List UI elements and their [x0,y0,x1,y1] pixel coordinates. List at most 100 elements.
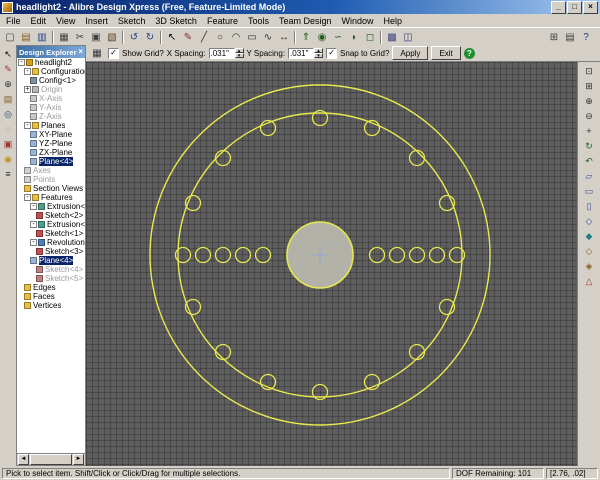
apply-button[interactable]: Apply [392,46,429,60]
menu-item-feature[interactable]: Feature [202,15,243,27]
sketch-hole-circle[interactable] [428,246,446,264]
note-icon[interactable]: ▤ [1,92,15,106]
spinner-down-icon[interactable]: ▾ [314,53,324,59]
menu-item-tools[interactable]: Tools [243,15,274,27]
hide-icon[interactable]: ◌ [1,122,15,136]
tree-item-sketch-1[interactable]: Sketch<1> [17,229,85,238]
sketch-hole-circle[interactable] [408,246,426,264]
sketch-hole-circle[interactable] [234,246,252,264]
zoom-fit-icon[interactable]: ⊡ [582,64,596,78]
repository-icon[interactable]: ▤ [562,30,578,45]
view-icon[interactable]: ◎ [1,107,15,121]
tree-item-headlight2[interactable]: - headlight2 [17,58,85,67]
wireframe-view-icon[interactable]: ◇ [582,244,596,258]
tree-item-zx-plane[interactable]: ZX-Plane [17,148,85,157]
menu-item-edit[interactable]: Edit [26,15,52,27]
sketch-hole-circle[interactable] [214,246,232,264]
help-icon[interactable]: ? [578,30,594,45]
tree-item-z-axis[interactable]: Z-Axis [17,112,85,121]
help-button[interactable]: ? [463,47,475,59]
sketch-hole-circle[interactable] [388,246,406,264]
tree-item-x-axis[interactable]: X-Axis [17,94,85,103]
workspace-icon[interactable]: ⊞ [546,30,562,45]
side-view-icon[interactable]: ▭ [582,184,596,198]
tree-item-plane-4[interactable]: Plane<4> [17,157,85,166]
sweep-icon[interactable]: ∽ [330,30,346,45]
sketch-hole-circle[interactable] [194,246,212,264]
tree-expander-icon[interactable]: - [30,203,37,210]
redo-icon[interactable]: ↻ [142,30,158,45]
tree-item-extrusion-1[interactable]: - Extrusion<1> [17,202,85,211]
save-icon[interactable]: ▥ [34,30,50,45]
menu-item-sketch[interactable]: Sketch [113,15,151,27]
tree-item-origin[interactable]: + Origin [17,85,85,94]
pan-icon[interactable]: + [582,124,596,138]
tree-item-sketch-4[interactable]: Sketch<4> [17,265,85,274]
tree-item-extrusion-2[interactable]: - Extrusion<2> [17,220,85,229]
undo-icon[interactable]: ↺ [126,30,142,45]
tree-item-faces[interactable]: Faces [17,292,85,301]
sketch-hole-circle[interactable] [214,343,232,361]
explorer-hscrollbar[interactable]: ◄ ► [17,453,85,465]
scroll-left-icon[interactable]: ◄ [18,454,29,465]
iso-view-icon[interactable]: ◇ [582,214,596,228]
sketch-hole-circle[interactable] [408,149,426,167]
tree-item-axes[interactable]: Axes [17,166,85,175]
tree-item-config-1[interactable]: Config<1> [17,76,85,85]
mirror-icon[interactable]: ◫ [400,30,416,45]
fillet-icon[interactable]: ◗ [346,30,362,45]
y-spacing-input[interactable] [288,47,315,59]
explorer-close-icon[interactable]: × [78,48,83,56]
tree-expander-icon[interactable]: - [30,221,37,228]
tree-item-revolution-3[interactable]: - Revolution<3> [17,238,85,247]
menu-item-file[interactable]: File [1,15,26,27]
zoom-in-icon[interactable]: ⊕ [582,94,596,108]
light-icon[interactable]: ◉ [1,152,15,166]
title-bar[interactable]: headlight2 - Alibre Design Xpress (Free,… [0,0,600,14]
zoom-out-icon[interactable]: ⊖ [582,109,596,123]
circle-icon[interactable]: ○ [212,30,228,45]
x-spacing-input[interactable] [208,47,235,59]
x-spacing-spinner[interactable]: ▴ ▾ [234,48,244,59]
menu-item-view[interactable]: View [51,15,80,27]
revolve-icon[interactable]: ◉ [314,30,330,45]
pattern-icon[interactable]: ▩ [384,30,400,45]
sketch-canvas[interactable] [86,62,577,466]
measure-icon[interactable]: ⊕ [1,77,15,91]
previous-view-icon[interactable]: ↶ [582,154,596,168]
tree-expander-icon[interactable]: - [24,68,31,75]
zoom-window-icon[interactable]: ⊞ [582,79,596,93]
sketch-hole-circle[interactable] [368,246,386,264]
tree-item-sketch-5[interactable]: Sketch<5> [17,274,85,283]
spline-icon[interactable]: ∿ [260,30,276,45]
shell-icon[interactable]: ◻ [362,30,378,45]
perspective-icon[interactable]: △ [582,274,596,288]
print-icon[interactable]: ▦ [56,30,72,45]
shaded-view-icon[interactable]: ◆ [582,229,596,243]
color-icon[interactable]: ▣ [1,137,15,151]
menu-item-help[interactable]: Help [379,15,408,27]
properties-icon[interactable]: ≡ [1,167,15,181]
tree-item-plane-4[interactable]: Plane<4> [17,256,85,265]
hidden-line-icon[interactable]: ◈ [582,259,596,273]
open-icon[interactable]: ▤ [18,30,34,45]
tree-item-points[interactable]: Points [17,175,85,184]
tree-item-planes[interactable]: - Planes [17,121,85,130]
tree-expander-icon[interactable]: - [18,59,25,66]
maximize-button[interactable]: □ [567,0,582,14]
front-view-icon[interactable]: ▱ [582,169,596,183]
sketch-hole-circle[interactable] [254,246,272,264]
y-spacing-spinner[interactable]: ▴ ▾ [314,48,324,59]
line-icon[interactable]: ╱ [196,30,212,45]
scroll-right-icon[interactable]: ► [73,454,84,465]
snap-to-grid-checkbox[interactable]: ✓ [326,47,338,59]
rotate-view-icon[interactable]: ↻ [582,139,596,153]
arc-icon[interactable]: ◠ [228,30,244,45]
exit-button[interactable]: Exit [431,46,461,60]
tree-expander-icon[interactable]: - [24,122,31,129]
show-grid-checkbox[interactable]: ✓ [108,47,119,59]
rectangle-icon[interactable]: ▭ [244,30,260,45]
copy-icon[interactable]: ▣ [88,30,104,45]
menu-item-3d-sketch[interactable]: 3D Sketch [150,15,202,27]
tree-item-configurations[interactable]: - Configurations [17,67,85,76]
